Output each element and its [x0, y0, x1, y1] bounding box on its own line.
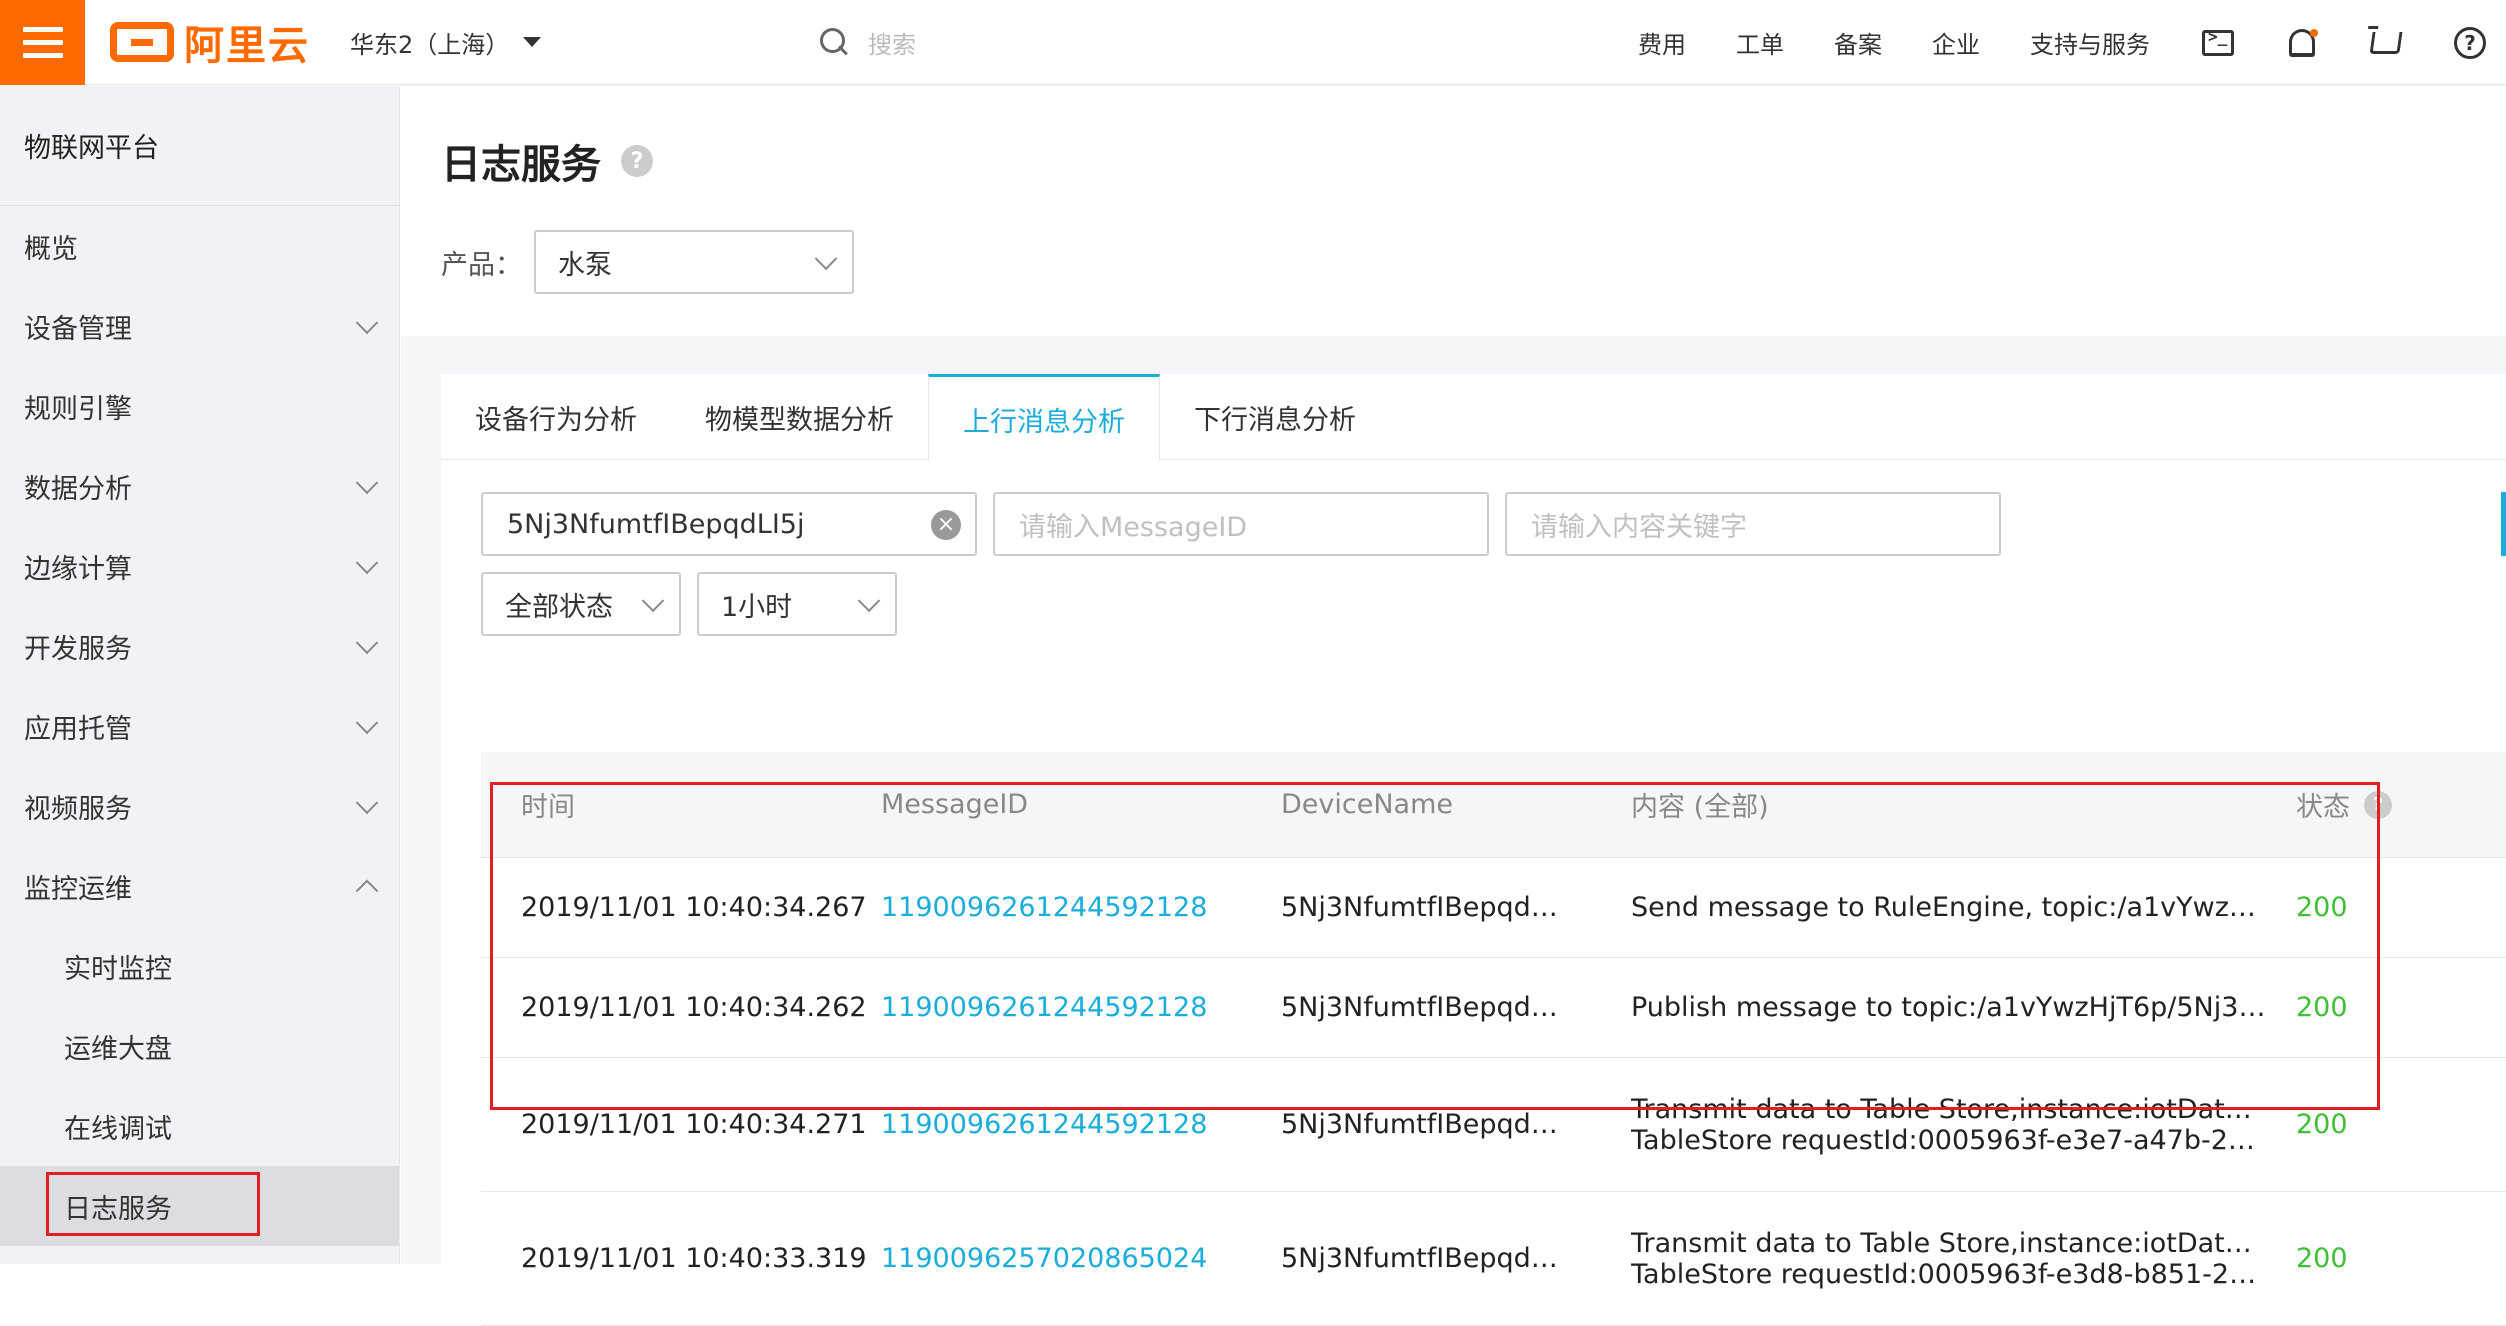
- cart-icon[interactable]: [2368, 25, 2404, 61]
- sidebar-item-label: 在线调试: [64, 1113, 172, 1145]
- clear-icon[interactable]: ×: [931, 510, 961, 540]
- sidebar-item-label: 视频服务: [24, 793, 132, 825]
- nav-billing[interactable]: 费用: [1638, 25, 1686, 60]
- sidebar-item-log-service[interactable]: 日志服务: [0, 1166, 399, 1246]
- status-select[interactable]: 全部状态: [481, 572, 681, 636]
- message-id-input[interactable]: 请输入MessageID: [993, 492, 1489, 556]
- nav-support[interactable]: 支持与服务: [2030, 25, 2150, 60]
- sidebar-item-edge-computing[interactable]: 边缘计算: [0, 526, 399, 606]
- sidebar-item-label: 运维大盘: [64, 1033, 172, 1065]
- table-row[interactable]: 2019/11/01 10:40:33.319 1190096257020865…: [481, 1192, 2506, 1326]
- device-name-value: 5Nj3NfumtfIBepqdLI5j: [507, 508, 805, 540]
- keyword-input[interactable]: 请输入内容关键字: [1505, 492, 2001, 556]
- terminal-icon[interactable]: [2200, 25, 2236, 61]
- cell-time: 2019/11/01 10:40:33.319: [521, 1243, 867, 1274]
- chevron-down-icon: [355, 311, 379, 335]
- cell-time: 2019/11/01 10:40:34.271: [521, 1109, 867, 1140]
- sidebar-item-overview[interactable]: 概览: [0, 206, 399, 286]
- sidebar-item-realtime-monitor[interactable]: 实时监控: [0, 926, 399, 1006]
- page-title-text: 日志服务: [441, 142, 601, 188]
- sidebar-item-label: 设备管理: [24, 313, 132, 345]
- cell-device-name: 5Nj3NfumtfIBepqd…: [1281, 1243, 1558, 1274]
- chevron-down-icon: [641, 589, 665, 613]
- chevron-down-icon: [355, 551, 379, 575]
- sidebar-item-data-analysis[interactable]: 数据分析: [0, 446, 399, 526]
- aliyun-logo[interactable]: 阿里云: [110, 14, 310, 70]
- bell-icon[interactable]: [2284, 25, 2320, 61]
- menu-icon[interactable]: [0, 0, 85, 85]
- region-selector[interactable]: 华东2（上海）: [350, 20, 542, 64]
- cell-message-id-link[interactable]: 1190096261244592128: [881, 1109, 1281, 1140]
- tab-upstream-messages[interactable]: 上行消息分析: [928, 374, 1160, 461]
- tab-device-behavior[interactable]: 设备行为分析: [441, 374, 671, 460]
- search-button-edge[interactable]: [2501, 492, 2506, 556]
- device-name-input[interactable]: 5Nj3NfumtfIBepqdLI5j ×: [481, 492, 977, 556]
- chevron-down-icon: [355, 471, 379, 495]
- chevron-down-icon: [814, 247, 838, 271]
- sidebar-item-device-management[interactable]: 设备管理: [0, 286, 399, 366]
- chevron-down-icon: [857, 589, 881, 613]
- sidebar-title: 物联网平台: [0, 86, 399, 206]
- nav-tickets[interactable]: 工单: [1736, 25, 1784, 60]
- highlight-box: [46, 1172, 260, 1236]
- highlight-box: [490, 782, 2380, 1110]
- sidebar-item-label: 应用托管: [24, 713, 132, 745]
- chevron-up-icon: [355, 879, 379, 903]
- search-icon: [820, 28, 848, 56]
- tab-downstream-messages[interactable]: 下行消息分析: [1160, 374, 1390, 460]
- cell-device-name: 5Nj3NfumtfIBepqd…: [1281, 1109, 1558, 1140]
- global-search[interactable]: 搜索: [820, 16, 916, 68]
- nav-icp[interactable]: 备案: [1834, 25, 1882, 60]
- chevron-down-icon: [355, 711, 379, 735]
- product-label: 产品：: [441, 249, 522, 281]
- cell-status: 200: [2296, 1243, 2348, 1274]
- keyword-placeholder: 请输入内容关键字: [1531, 511, 1747, 543]
- message-id-placeholder: 请输入MessageID: [1019, 511, 1248, 543]
- page-title: 日志服务 ?: [441, 132, 653, 190]
- sidebar-item-dev-services[interactable]: 开发服务: [0, 606, 399, 686]
- content-line: TableStore requestId:0005963f-e3e7-a47b-…: [1631, 1124, 2266, 1156]
- sidebar-item-label: 规则引擎: [24, 393, 132, 425]
- time-range-value: 1小时: [721, 591, 793, 623]
- sidebar-item-app-hosting[interactable]: 应用托管: [0, 686, 399, 766]
- sidebar-item-rule-engine[interactable]: 规则引擎: [0, 366, 399, 446]
- product-select-value: 水泵: [558, 249, 612, 281]
- status-select-value: 全部状态: [505, 591, 613, 623]
- top-nav: 费用 工单 备案 企业 支持与服务 ?: [1638, 0, 2506, 85]
- tab-thing-model[interactable]: 物模型数据分析: [671, 374, 928, 460]
- sidebar-item-label: 开发服务: [24, 633, 132, 665]
- search-placeholder: 搜索: [868, 30, 916, 59]
- sidebar-item-label: 数据分析: [24, 473, 132, 505]
- top-bar: 阿里云 华东2（上海） 搜索 费用 工单 备案 企业 支持与服务 ?: [0, 0, 2506, 85]
- product-select[interactable]: 水泵: [534, 230, 854, 294]
- content-line: Transmit data to Table Store,instance:io…: [1631, 1227, 2266, 1259]
- cell-message-id-link[interactable]: 1190096257020865024: [881, 1243, 1281, 1274]
- sidebar-item-label: 监控运维: [24, 873, 132, 905]
- sidebar: 物联网平台 概览 设备管理 规则引擎 数据分析 边缘计算 开发服务 应用托管 视…: [0, 86, 400, 1264]
- caret-down-icon: [523, 37, 542, 47]
- sidebar-item-ops-dashboard[interactable]: 运维大盘: [0, 1006, 399, 1086]
- help-icon[interactable]: ?: [621, 145, 653, 177]
- sidebar-item-video-services[interactable]: 视频服务: [0, 766, 399, 846]
- analysis-tabs: 设备行为分析 物模型数据分析 上行消息分析 下行消息分析: [441, 374, 2506, 461]
- sidebar-item-label: 边缘计算: [24, 553, 132, 585]
- logo-text: 阿里云: [184, 23, 310, 69]
- sidebar-item-monitoring[interactable]: 监控运维: [0, 846, 399, 926]
- time-range-select[interactable]: 1小时: [697, 572, 897, 636]
- content-line: TableStore requestId:0005963f-e3d8-b851-…: [1631, 1258, 2266, 1290]
- sidebar-item-label: 概览: [24, 233, 78, 265]
- cell-status: 200: [2296, 1109, 2348, 1140]
- cell-content: Transmit data to Table Store,instance:io…: [1631, 1228, 2296, 1290]
- help-icon[interactable]: ?: [2452, 25, 2488, 61]
- product-filter: 产品： 水泵: [441, 230, 854, 294]
- sidebar-item-label: 实时监控: [64, 953, 172, 985]
- notification-dot: [2310, 28, 2318, 37]
- sidebar-item-online-debug[interactable]: 在线调试: [0, 1086, 399, 1166]
- chevron-down-icon: [355, 791, 379, 815]
- nav-enterprise[interactable]: 企业: [1932, 25, 1980, 60]
- logo-mark-icon: [110, 22, 174, 62]
- page-header: 日志服务 ? 产品： 水泵: [401, 86, 2506, 336]
- chevron-down-icon: [355, 631, 379, 655]
- region-label: 华东2（上海）: [350, 30, 510, 59]
